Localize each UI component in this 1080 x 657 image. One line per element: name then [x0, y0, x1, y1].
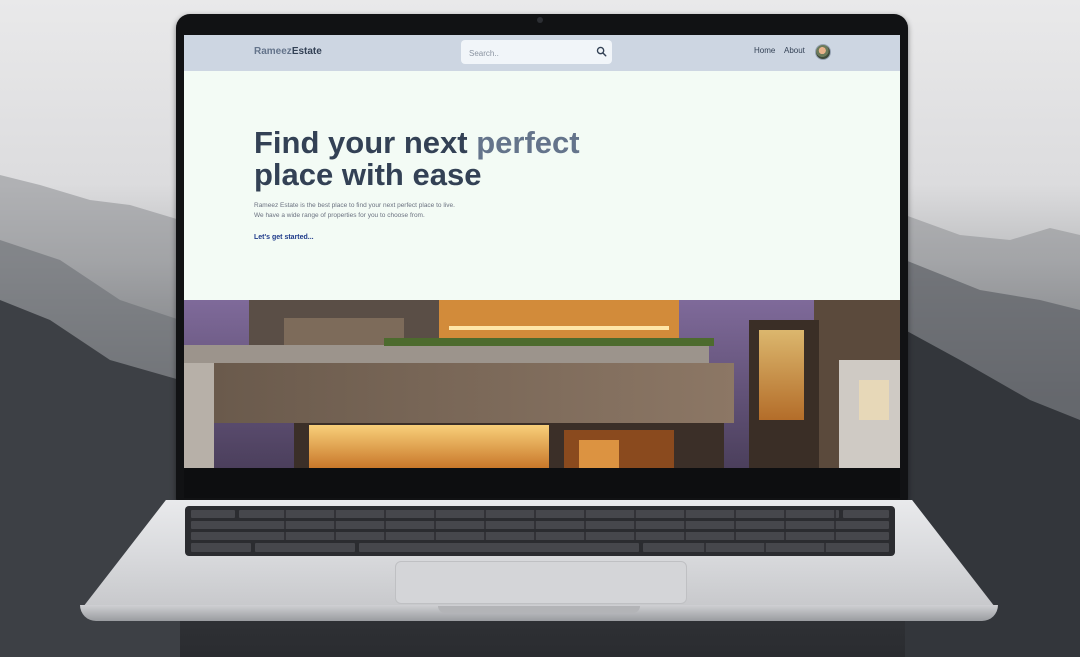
site-logo[interactable]: RameezEstate — [254, 46, 322, 57]
nav-link-about[interactable]: About — [784, 46, 805, 55]
headline-accent: perfect — [476, 125, 580, 160]
nav-link-home[interactable]: Home — [754, 46, 775, 55]
search-icon[interactable] — [596, 46, 607, 57]
profile-avatar[interactable] — [815, 44, 831, 60]
get-started-link[interactable]: Let's get started... — [254, 234, 314, 241]
browser-viewport: RameezEstate Home About Find your next p… — [184, 35, 900, 468]
lid-notch — [438, 606, 640, 613]
search-input[interactable] — [467, 44, 591, 62]
logo-part-estate: Estate — [291, 46, 322, 57]
hero-description: Rameez Estate is the best place to find … — [254, 201, 574, 221]
description-line1: Rameez Estate is the best place to find … — [254, 202, 455, 209]
hero-house-image — [184, 300, 900, 468]
description-line2: We have a wide range of properties for y… — [254, 212, 425, 219]
headline-part2: place with ease — [254, 157, 482, 192]
navbar: RameezEstate Home About — [184, 35, 900, 71]
search-bar — [461, 40, 612, 64]
headline-part1: Find your next — [254, 125, 468, 160]
trackpad — [395, 561, 687, 604]
logo-part-rameez: Rameez — [254, 46, 292, 57]
keyboard — [185, 506, 895, 556]
hero-headline: Find your next perfect place with ease — [254, 127, 674, 191]
webcam-icon — [537, 17, 543, 23]
screen-bezel — [184, 468, 900, 498]
